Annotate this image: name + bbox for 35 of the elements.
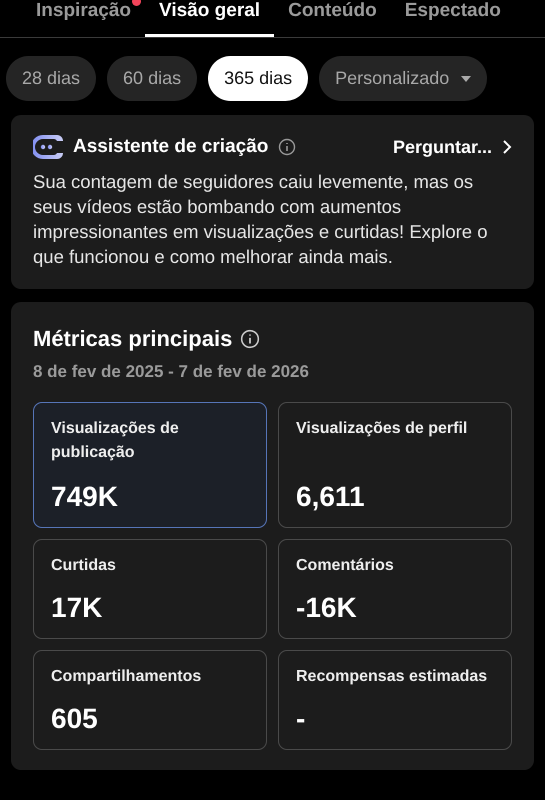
- assistant-message: Sua contagem de seguidores caiu levemente, mas os seus vídeos estão bombando com aumentos impressionantes em visualizações e curtidas! Explore o que funcionou e como melhorar ainda mais.: [33, 170, 488, 269]
- robot-icon: [33, 135, 63, 159]
- info-icon[interactable]: [278, 138, 296, 156]
- metrics-title: Métricas principais: [33, 326, 232, 352]
- chevron-right-icon[interactable]: [502, 139, 512, 155]
- metric-card[interactable]: Visualizações de publicação 749K: [33, 402, 267, 528]
- metric-label: Recompensas estimadas: [296, 667, 488, 687]
- metric-card[interactable]: Recompensas estimadas -: [278, 650, 512, 750]
- tab[interactable]: Conteúdo: [274, 0, 391, 37]
- metric-card[interactable]: Compartilhamentos 605: [33, 650, 267, 750]
- metric-value: -16K: [296, 592, 358, 624]
- metric-label: Comentários: [296, 556, 395, 576]
- metric-card[interactable]: Curtidas 17K: [33, 539, 267, 639]
- metric-label: Curtidas: [51, 556, 117, 576]
- metric-value: 605: [51, 703, 99, 735]
- range-chip[interactable]: 365 dias: [208, 56, 308, 101]
- range-chip[interactable]: 60 dias: [107, 56, 198, 101]
- metric-value: -: [296, 703, 306, 735]
- assistant-title: Assistente de criação: [73, 136, 268, 158]
- ask-link[interactable]: Perguntar...: [392, 136, 492, 158]
- metric-card[interactable]: Visualizações de perfil 6,611: [278, 402, 512, 528]
- date-range: 8 de fev de 2025 - 7 de fev de 2026: [33, 362, 310, 382]
- range-chip[interactable]: 28 dias: [6, 56, 96, 101]
- metric-label: Compartilhamentos: [51, 667, 202, 687]
- metric-value: 17K: [51, 592, 104, 624]
- metric-card[interactable]: Comentários -16K: [278, 539, 512, 639]
- metric-label: Visualizações de perfil: [296, 419, 468, 439]
- tab[interactable]: Espectado: [390, 0, 515, 37]
- metric-label: Visualizações de publicação: [51, 419, 180, 463]
- range-chip[interactable]: Personalizado: [319, 56, 488, 101]
- tab[interactable]: Inspiração: [36, 0, 146, 37]
- metric-value: 6,611: [296, 481, 366, 513]
- metric-value: 749K: [51, 481, 119, 513]
- info-icon[interactable]: [240, 329, 260, 349]
- tab[interactable]: Visão geral: [145, 0, 274, 37]
